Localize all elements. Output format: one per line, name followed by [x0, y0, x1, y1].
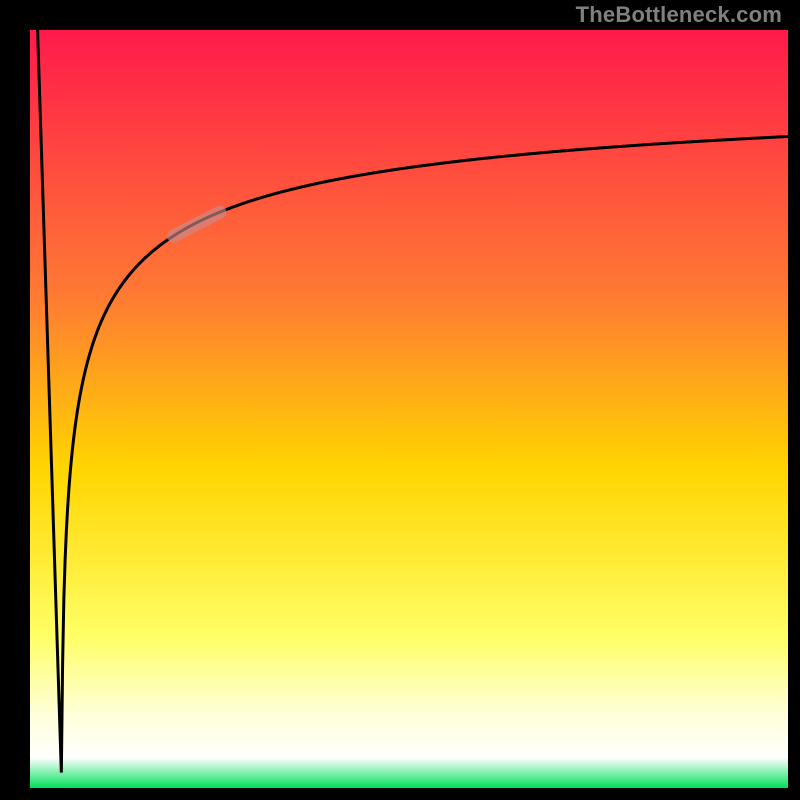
plot-area: [30, 30, 788, 788]
watermark-text: TheBottleneck.com: [576, 2, 782, 28]
chart-container: { "watermark": "TheBottleneck.com", "cha…: [0, 0, 800, 800]
chart-svg: [0, 0, 800, 800]
